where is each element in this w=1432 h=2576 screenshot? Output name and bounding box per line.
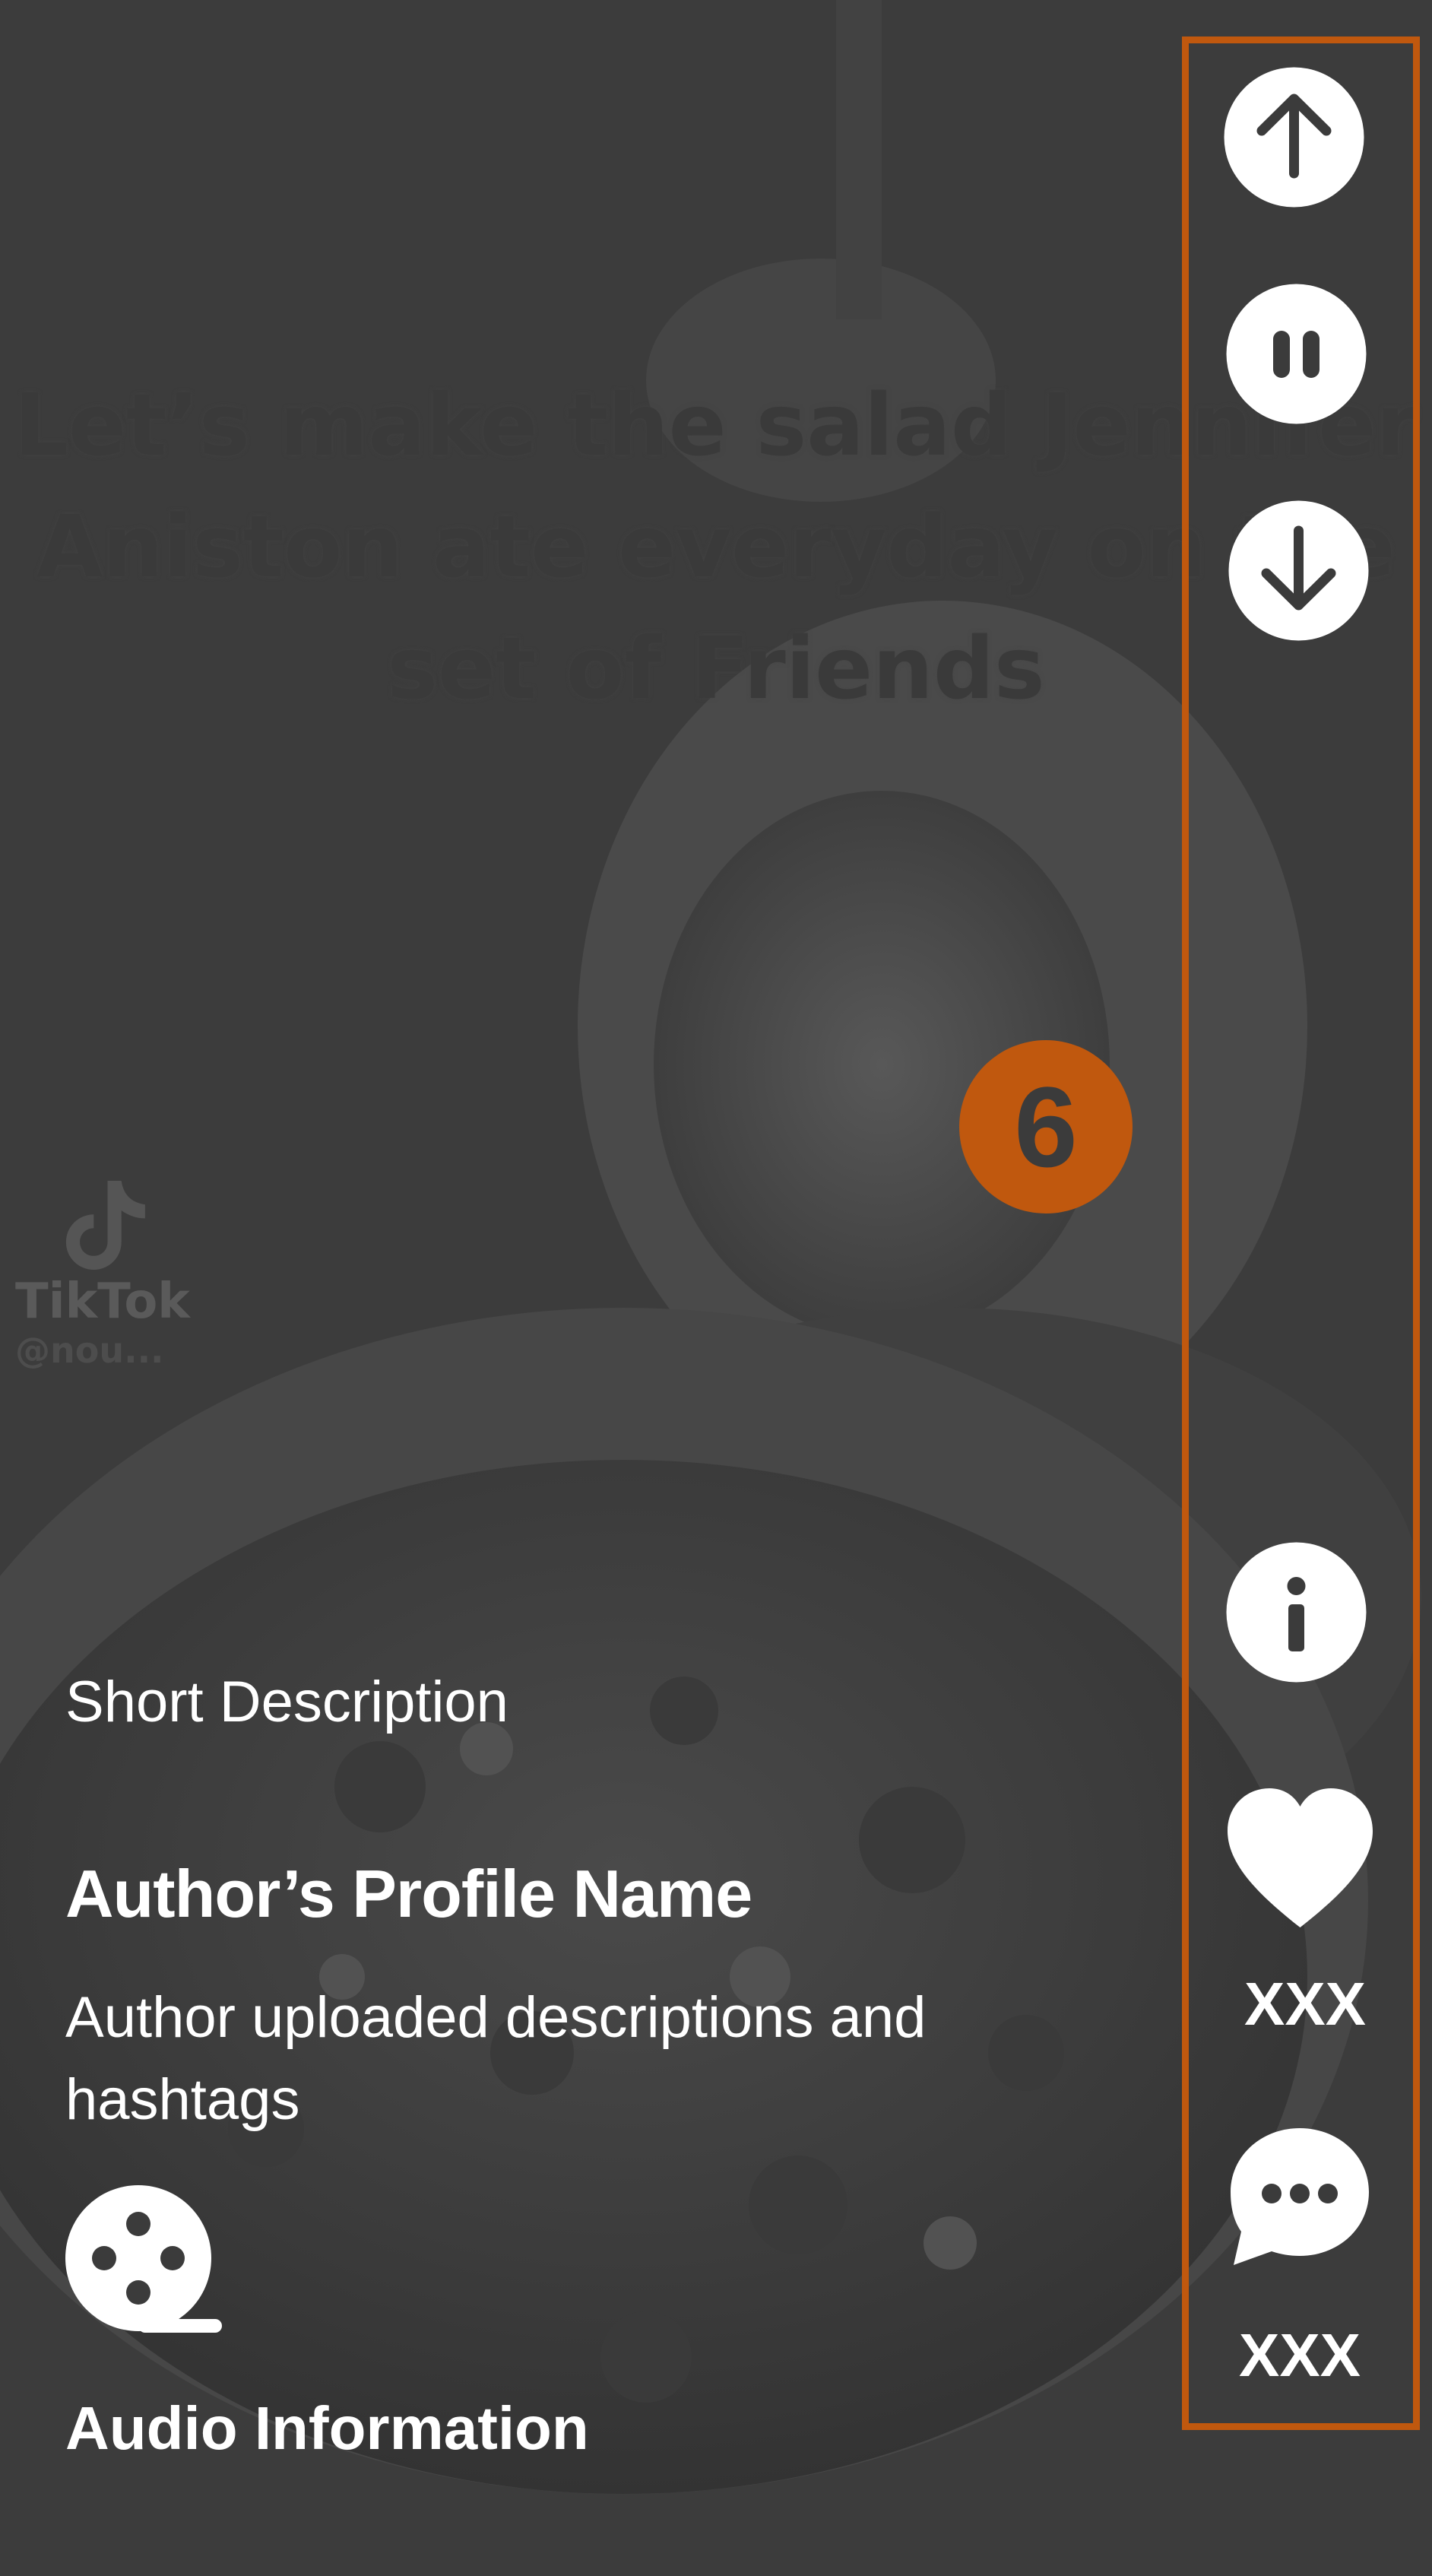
tiktok-brand-text: TikTok bbox=[15, 1274, 190, 1330]
info-icon[interactable] bbox=[1226, 1542, 1367, 1683]
audio-reel-icon[interactable] bbox=[62, 2182, 222, 2342]
video-player[interactable]: Let’s make the salad Jennifer Aniston at… bbox=[0, 0, 1432, 2576]
audio-information[interactable]: Audio Information bbox=[65, 2394, 589, 2463]
author-description: Author uploaded descriptions and hashtag… bbox=[65, 1985, 927, 2132]
comment-icon[interactable] bbox=[1228, 2125, 1372, 2270]
arrow-down-icon[interactable] bbox=[1228, 500, 1369, 641]
heart-icon[interactable] bbox=[1226, 1787, 1374, 1931]
annotation-badge: 6 bbox=[959, 1040, 1133, 1213]
author-profile-name[interactable]: Author’s Profile Name bbox=[65, 1855, 752, 1933]
pause-icon[interactable] bbox=[1226, 284, 1367, 424]
tiktok-logo-icon bbox=[65, 1181, 145, 1270]
tiktok-handle-text: @nou... bbox=[15, 1330, 164, 1371]
like-count: XXX bbox=[1243, 1970, 1367, 2038]
short-description: Short Description bbox=[65, 1670, 508, 1734]
comment-count: XXX bbox=[1238, 2321, 1361, 2389]
arrow-up-icon[interactable] bbox=[1224, 67, 1364, 208]
tiktok-watermark: TikTok @nou... bbox=[15, 1171, 190, 1371]
